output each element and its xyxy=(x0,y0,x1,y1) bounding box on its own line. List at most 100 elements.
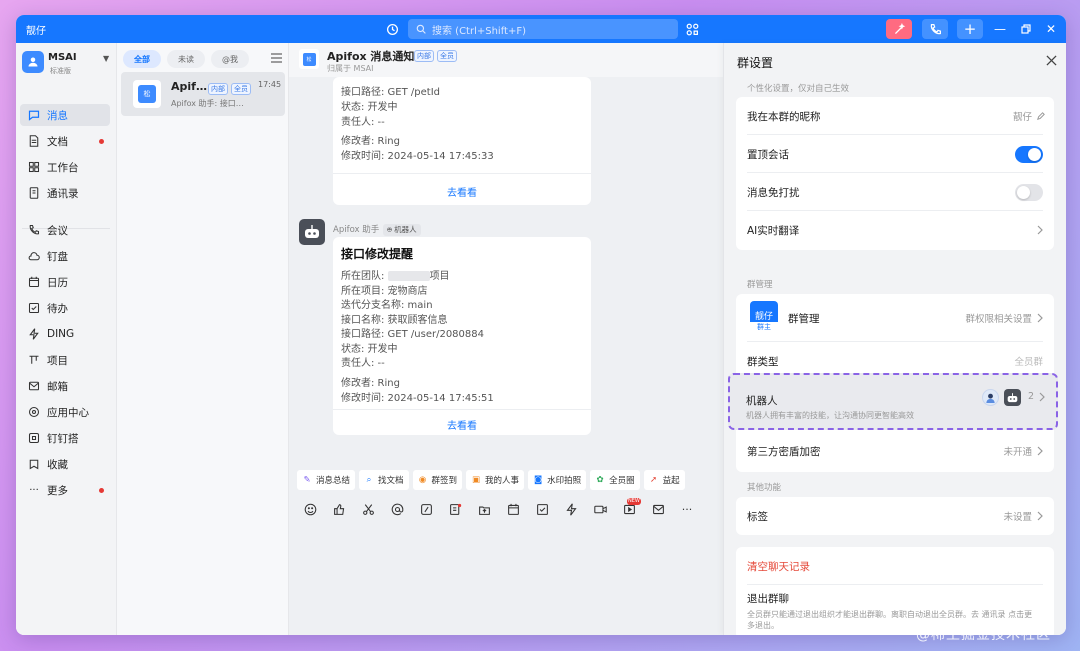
personal-settings-group: 我在本群的昵称 靓仔 置顶会话 消息免打扰 AI实时翻译 xyxy=(736,97,1054,250)
quick-action-hr[interactable]: ▣ 我的人事 xyxy=(466,470,525,490)
sidebar-item-label: 日历 xyxy=(47,276,68,289)
todo-icon[interactable] xyxy=(535,502,549,516)
group-type-value: 全员群 xyxy=(1014,357,1043,368)
quick-action-checkin[interactable]: ◉ 群签到 xyxy=(412,470,463,490)
org-switcher[interactable]: MSAI 标准版 ▼ xyxy=(22,51,112,77)
chat-title[interactable]: Apifox 消息通知 xyxy=(327,48,414,64)
mute-toggle[interactable] xyxy=(1015,183,1043,201)
sidebar-item-calendar[interactable]: 日历 xyxy=(20,271,110,293)
robot-avatar-person xyxy=(982,389,999,406)
group-manage-label: 群管理 xyxy=(788,312,820,325)
sidebar-item-label: DING xyxy=(47,328,75,340)
history-icon[interactable] xyxy=(384,21,400,37)
group-avatar[interactable]: 松 xyxy=(299,49,319,69)
ai-translate-row[interactable]: AI实时翻译 xyxy=(736,211,1054,249)
search-input[interactable]: 搜索 (Ctrl+Shift+F) xyxy=(408,19,678,39)
sidebar-item-todo[interactable]: 待办 xyxy=(20,297,110,319)
robot-row[interactable]: 机器人 机器人拥有丰富的技能，让沟通协同更智能高效 2 xyxy=(728,373,1058,430)
ai-magic-button[interactable] xyxy=(886,19,912,39)
sidebar-item-apps[interactable]: 应用中心 xyxy=(20,401,110,423)
danger-group: 清空聊天记录 退出群聊 全员群只能通过退出组织才能退出群聊。离职自动退出全员群。… xyxy=(736,547,1054,635)
sidebar-item-messages[interactable]: 消息 xyxy=(20,104,110,126)
sidebar-item-workbench[interactable]: 工作台 xyxy=(20,156,110,178)
sparkle-icon: ✎ xyxy=(303,475,311,485)
scissors-icon[interactable] xyxy=(361,502,375,516)
add-button[interactable]: + xyxy=(957,19,983,39)
clear-history-row[interactable]: 清空聊天记录 xyxy=(736,547,1054,585)
sidebar-item-favorites[interactable]: 收藏 xyxy=(20,453,110,475)
card-line: 状态: 开发中 xyxy=(341,102,398,113)
upload-icon[interactable] xyxy=(477,502,491,516)
tag-row[interactable]: 标签 未设置 xyxy=(736,497,1054,535)
leave-group-label: 退出群聊 xyxy=(747,592,789,605)
calendar-icon[interactable] xyxy=(506,502,520,516)
quick-action-staff-circle[interactable]: ✿ 全员圈 xyxy=(590,470,640,490)
sidebar-item-mail[interactable]: 邮箱 xyxy=(20,375,110,397)
title-bar: 靓仔 搜索 (Ctrl+Shift+F) + — ✕ xyxy=(16,15,1066,43)
quick-action-find-doc[interactable]: ⌕ 找文档 xyxy=(359,470,409,490)
quick-action-summary[interactable]: ✎ 消息总结 xyxy=(297,470,356,490)
group-manage-row[interactable]: 靓仔 群主 群管理 群权限相关设置 xyxy=(736,294,1054,342)
card-divider xyxy=(333,173,591,174)
search-icon xyxy=(416,24,426,34)
quick-action-charity[interactable]: ➚ 益起 xyxy=(643,470,685,490)
sidebar-item-contacts[interactable]: 通讯录 xyxy=(20,182,110,204)
sidebar-item-meetings[interactable]: 会议 xyxy=(20,219,110,241)
apps-icon xyxy=(27,405,41,419)
cloud-icon xyxy=(27,249,41,263)
thumbs-up-icon[interactable] xyxy=(332,502,346,516)
nickname-row[interactable]: 我在本群的昵称 靓仔 xyxy=(736,97,1054,135)
view-link[interactable]: 去看看 xyxy=(333,184,591,199)
video-icon[interactable] xyxy=(593,502,607,516)
section-label-personal: 个性化设置，仅对自己生效 xyxy=(747,84,850,94)
app-name: 靓仔 xyxy=(26,26,46,37)
menu-icon[interactable] xyxy=(269,51,283,65)
card-line: 所在项目: 宠物商店 xyxy=(341,286,428,297)
person-icon: ▣ xyxy=(472,475,481,485)
pin-chat-toggle[interactable] xyxy=(1015,145,1043,163)
sidebar-item-dingda[interactable]: 钉钉搭 xyxy=(20,427,110,449)
mention-icon[interactable] xyxy=(390,502,404,516)
card-line: 修改时间: 2024-05-14 17:45:33 xyxy=(341,151,494,162)
chat-area: 松 Apifox 消息通知 内部 全员 归属于 MSAI 接口路径: GET /p… xyxy=(289,43,723,635)
build-icon xyxy=(27,431,41,445)
card-divider xyxy=(333,409,591,410)
sidebar-item-drive[interactable]: 钉盘 xyxy=(20,245,110,267)
panel-title: 群设置 xyxy=(737,56,774,70)
location-icon: ◉ xyxy=(418,475,427,485)
sidebar-item-label: 收藏 xyxy=(47,458,68,471)
filter-unread[interactable]: 未读 xyxy=(167,50,205,68)
view-link[interactable]: 去看看 xyxy=(333,417,591,432)
doc-icon xyxy=(27,134,41,148)
live-icon[interactable]: NEW xyxy=(622,498,641,516)
scan-icon[interactable] xyxy=(684,21,700,37)
list-item[interactable]: 松 Apif… 内部 全员 17:45 Apifox 助手: 接口… xyxy=(121,72,285,116)
sidebar-item-ding[interactable]: DING xyxy=(20,323,110,345)
close-icon[interactable] xyxy=(1044,53,1058,67)
encrypt-row[interactable]: 第三方密盾加密 未开通 xyxy=(736,432,1054,470)
chat-header: 松 Apifox 消息通知 内部 全员 归属于 MSAI xyxy=(289,43,723,77)
command-icon[interactable] xyxy=(419,502,433,516)
sidebar-item-more[interactable]: ··· 更多 xyxy=(20,479,110,501)
lightning-icon[interactable] xyxy=(564,502,578,516)
ding-card-icon[interactable] xyxy=(448,502,462,516)
group-type-label: 群类型 xyxy=(747,355,779,368)
minimize-icon[interactable]: — xyxy=(992,21,1008,37)
circle-icon: ✿ xyxy=(596,475,604,485)
leave-group-row[interactable]: 退出群聊 xyxy=(736,587,1054,609)
mail-icon[interactable] xyxy=(651,502,665,516)
close-window-icon[interactable]: ✕ xyxy=(1043,21,1059,37)
quick-action-watermark-camera[interactable]: ◙ 水印拍照 xyxy=(528,470,587,490)
sidebar-item-docs[interactable]: 文档 xyxy=(20,130,110,152)
bot-avatar[interactable] xyxy=(299,219,325,245)
more-icon[interactable]: ··· xyxy=(680,502,694,516)
filter-all[interactable]: 全部 xyxy=(123,50,161,68)
section-label-manage: 群管理 xyxy=(747,280,773,290)
call-button[interactable] xyxy=(922,19,948,39)
sidebar-item-label: 项目 xyxy=(47,354,68,367)
filter-mentions[interactable]: @我 xyxy=(211,50,249,68)
emoji-icon[interactable] xyxy=(303,502,317,516)
sidebar-item-projects[interactable]: 项目 xyxy=(20,349,110,371)
maximize-icon[interactable] xyxy=(1018,21,1034,37)
card-line: 责任人: -- xyxy=(341,358,385,369)
